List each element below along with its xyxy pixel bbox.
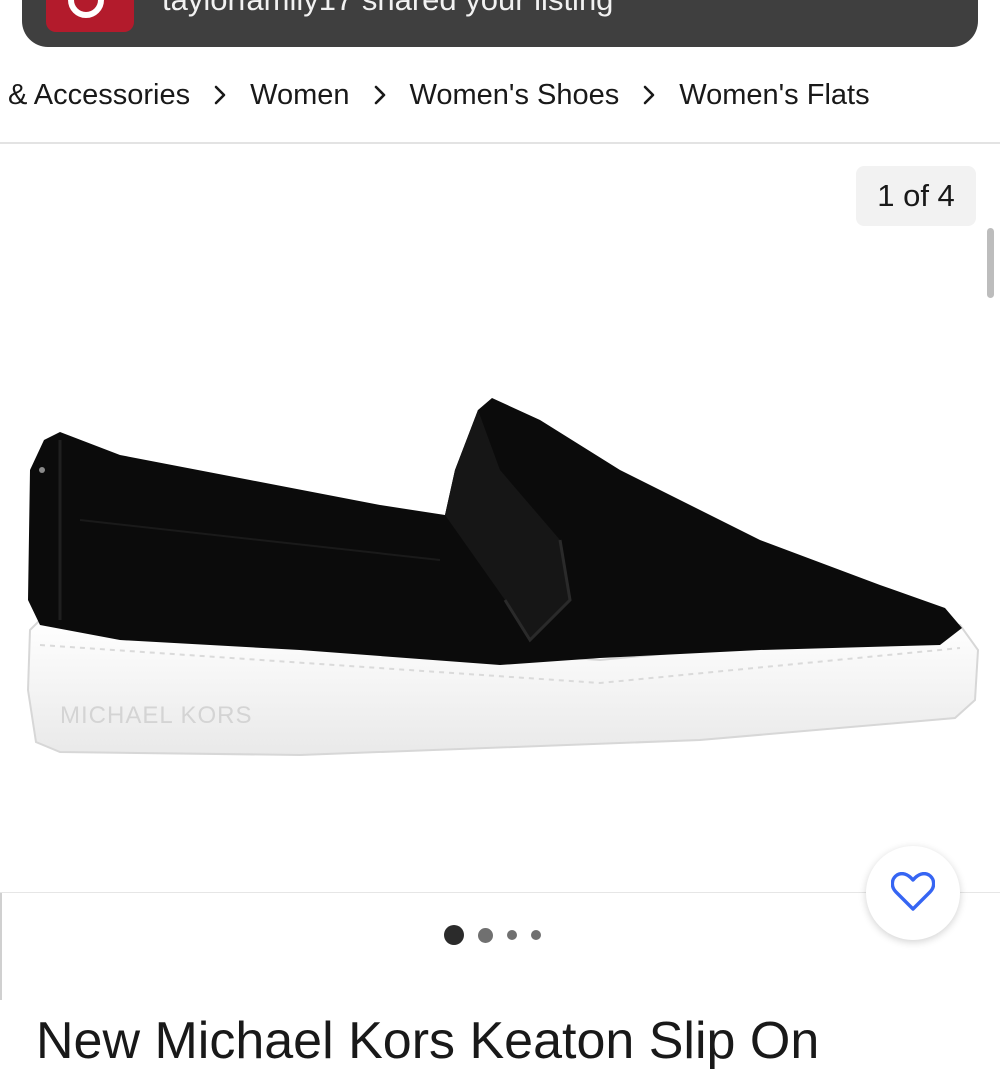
chevron-right-icon (619, 84, 679, 106)
heart-icon (890, 871, 936, 915)
favorite-button[interactable] (866, 846, 960, 940)
breadcrumb-item-womens-flats[interactable]: Women's Flats (679, 79, 869, 112)
notification-text: taylorfamily17 shared your listing (162, 0, 613, 15)
image-counter: 1 of 4 (856, 166, 976, 226)
gallery-pagination (444, 925, 541, 945)
notification-banner[interactable]: taylorfamily17 shared your listing (22, 0, 978, 47)
product-image[interactable]: MICHAEL KORS (0, 240, 1000, 800)
listing-title: New Michael Kors Keaton Slip On (36, 1011, 820, 1070)
chevron-right-icon (190, 84, 250, 106)
brand-embossing: MICHAEL KORS (60, 702, 252, 729)
page-dot[interactable] (531, 930, 541, 940)
chevron-right-icon (350, 84, 410, 106)
breadcrumb-item-accessories[interactable]: & Accessories (8, 79, 190, 112)
breadcrumb-item-women[interactable]: Women (250, 79, 349, 112)
breadcrumb-item-womens-shoes[interactable]: Women's Shoes (410, 79, 620, 112)
app-icon (46, 0, 134, 32)
breadcrumb: & Accessories Women Women's Shoes Women'… (0, 48, 1000, 144)
page-dot-active[interactable] (444, 925, 464, 945)
page-dot[interactable] (478, 927, 493, 943)
page-dot[interactable] (507, 930, 517, 940)
